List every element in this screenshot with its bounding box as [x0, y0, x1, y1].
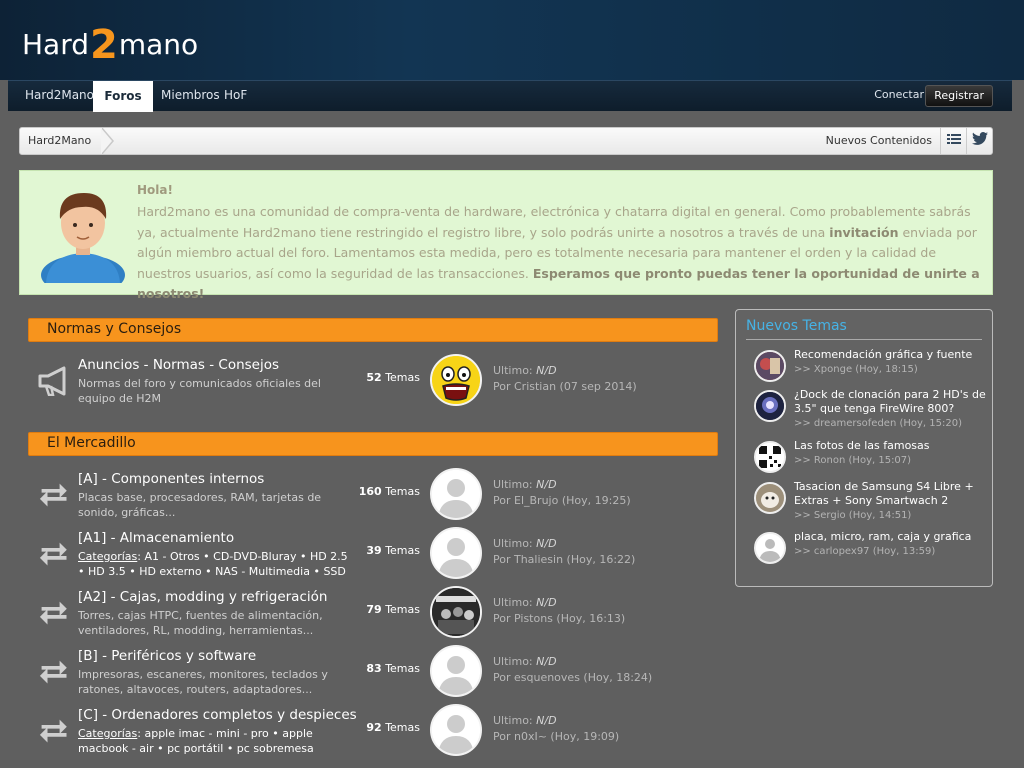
nav-item-hof[interactable]: HoF: [224, 81, 247, 112]
topic-count: 92 Temas: [366, 721, 420, 734]
topic-author-avatar[interactable]: [754, 532, 786, 564]
forum-title[interactable]: [A1] - Almacenamiento: [78, 530, 234, 546]
categories-link[interactable]: Categorías: [78, 550, 137, 563]
topic-count: 79 Temas: [366, 603, 420, 616]
topic-title[interactable]: placa, micro, ram, caja y grafica: [794, 530, 971, 543]
exchange-arrows-icon: [39, 601, 67, 625]
topic-author-avatar[interactable]: [754, 441, 786, 473]
topic-author-avatar[interactable]: [754, 482, 786, 514]
new-topic-item[interactable]: Las fotos de las famosas >> Ronon (Hoy, 1…: [754, 439, 984, 477]
twitter-icon[interactable]: [966, 128, 992, 154]
forum-description: Categorías: apple imac - mini - pro • ap…: [78, 727, 314, 755]
topic-author-avatar[interactable]: [754, 350, 786, 382]
new-topics-title: Nuevos Temas: [746, 318, 847, 334]
exchange-arrows-icon: [39, 719, 67, 743]
topic-title[interactable]: ¿Dock de clonación para 2 HD's de 3.5" q…: [794, 388, 986, 415]
new-topic-item[interactable]: placa, micro, ram, caja y grafica >> carl…: [754, 530, 984, 568]
topic-title[interactable]: Las fotos de las famosas: [794, 439, 930, 452]
exchange-arrows-icon: [39, 660, 67, 684]
nav-item-miembros[interactable]: Miembros: [161, 81, 220, 112]
exchange-arrows-icon: [39, 542, 67, 566]
topic-count: 39 Temas: [366, 544, 420, 557]
topic-count: 160 Temas: [358, 485, 420, 498]
forum-description: Normas del foro y comunicados oficiales …: [78, 377, 321, 405]
site-header: Hard2mano: [0, 0, 1024, 80]
last-post-info: Ultimo: N/D Por Cristian (07 sep 2014): [493, 364, 637, 393]
breadcrumb-separator: [101, 127, 114, 155]
new-topic-item[interactable]: Recomendación gráfica y fuente >> Xponge …: [754, 348, 984, 386]
main-nav: Hard2Mano Foros Miembros HoF Conectar Re…: [8, 80, 1012, 112]
forum-row[interactable]: [A] - Componentes internos Placas base, …: [28, 468, 718, 524]
nav-item-home[interactable]: Hard2Mano: [25, 81, 94, 112]
forum-row[interactable]: [C] - Ordenadores completos y despieces …: [28, 704, 718, 760]
photo-avatar-icon: [756, 352, 784, 380]
topic-count: 52 Temas: [366, 371, 420, 384]
forum-description: Categorías: A1 - Otros • CD-DVD-Bluray •…: [78, 550, 348, 578]
site-logo[interactable]: Hard2mano: [22, 18, 198, 68]
forum-description: Placas base, procesadores, RAM, tarjetas…: [78, 491, 322, 519]
register-button[interactable]: Registrar: [925, 85, 993, 107]
last-post-info: Ultimo: N/D Por Thaliesin (Hoy, 16:22): [493, 537, 636, 566]
forum-row[interactable]: Anuncios - Normas - Consejos Normas del …: [28, 354, 718, 410]
forum-description: Impresoras, escaneres, monitores, teclad…: [78, 668, 328, 696]
photo-avatar-icon: [756, 392, 784, 420]
last-poster-avatar[interactable]: [430, 468, 482, 520]
forum-row[interactable]: [A2] - Cajas, modding y refrigeración To…: [28, 586, 718, 642]
last-poster-avatar[interactable]: [430, 527, 482, 579]
topic-title[interactable]: Tasacion de Samsung S4 Libre + Extras + …: [794, 480, 974, 507]
divider: [746, 339, 982, 340]
qr-code-icon: [756, 443, 784, 471]
topic-meta: >> Ronon (Hoy, 15:07): [794, 455, 912, 466]
default-user-icon: [432, 470, 480, 518]
last-poster-avatar[interactable]: [430, 704, 482, 756]
welcome-notice: Hola! Hard2mano es una comunidad de comp…: [19, 170, 993, 301]
breadcrumb-home[interactable]: Hard2Mano: [20, 128, 109, 154]
new-content-link[interactable]: Nuevos Contenidos: [826, 128, 932, 154]
last-poster-avatar[interactable]: [430, 645, 482, 697]
megaphone-icon: [38, 366, 66, 396]
forum-title[interactable]: [A2] - Cajas, modding y refrigeración: [78, 589, 327, 605]
last-post-info: Ultimo: N/D Por Pistons (Hoy, 16:13): [493, 596, 626, 625]
last-post-info: Ultimo: N/D Por n0xI~ (Hoy, 19:09): [493, 714, 620, 743]
login-link[interactable]: Conectar: [874, 81, 924, 109]
welcome-title: Hola!: [137, 183, 173, 197]
photo-avatar-icon: [432, 588, 480, 636]
forum-title[interactable]: [B] - Periféricos y software: [78, 648, 256, 664]
new-topic-item[interactable]: Tasacion de Samsung S4 Libre + Extras + …: [754, 480, 984, 526]
exchange-arrows-icon: [39, 483, 67, 507]
forum-row[interactable]: [A1] - Almacenamiento Categorías: A1 - O…: [28, 527, 718, 583]
category-header[interactable]: Normas y Consejos: [28, 318, 718, 342]
last-post-info: Ultimo: N/D Por esquenoves (Hoy, 18:24): [493, 655, 653, 684]
nav-item-foros[interactable]: Foros: [93, 81, 153, 112]
default-user-icon: [432, 647, 480, 695]
forum-row[interactable]: [B] - Periféricos y software Impresoras,…: [28, 645, 718, 701]
topic-meta: >> Sergio (Hoy, 14:51): [794, 510, 912, 521]
guest-avatar-icon: [41, 193, 125, 283]
list-icon[interactable]: [940, 128, 966, 154]
default-user-icon: [756, 534, 784, 562]
category-header[interactable]: El Mercadillo: [28, 432, 718, 456]
surprised-face-icon: [432, 356, 480, 404]
categories-link[interactable]: Categorías: [78, 727, 137, 740]
forum-title[interactable]: [C] - Ordenadores completos y despieces: [78, 707, 357, 723]
topic-author-avatar[interactable]: [754, 390, 786, 422]
photo-avatar-icon: [756, 484, 784, 512]
default-user-icon: [432, 529, 480, 577]
forum-description: Torres, cajas HTPC, fuentes de alimentac…: [78, 609, 323, 637]
breadcrumb: Hard2Mano Nuevos Contenidos: [19, 127, 993, 155]
topic-meta: >> dreamersofeden (Hoy, 15:20): [794, 418, 963, 429]
new-topics-panel: Nuevos Temas Recomendación gráfica y fue…: [735, 309, 993, 587]
forum-title[interactable]: Anuncios - Normas - Consejos: [78, 357, 279, 373]
default-user-icon: [432, 706, 480, 754]
topic-title[interactable]: Recomendación gráfica y fuente: [794, 348, 972, 361]
topic-meta: >> Xponge (Hoy, 18:15): [794, 364, 918, 375]
topic-count: 83 Temas: [366, 662, 420, 675]
last-poster-avatar[interactable]: [430, 354, 482, 406]
forum-title[interactable]: [A] - Componentes internos: [78, 471, 264, 487]
new-topic-item[interactable]: ¿Dock de clonación para 2 HD's de 3.5" q…: [754, 388, 986, 434]
topic-meta: >> carlopex97 (Hoy, 13:59): [794, 546, 936, 557]
last-poster-avatar[interactable]: [430, 586, 482, 638]
last-post-info: Ultimo: N/D Por El_Brujo (Hoy, 19:25): [493, 478, 631, 507]
welcome-text: Hard2mano es una comunidad de compra-ven…: [137, 204, 980, 301]
